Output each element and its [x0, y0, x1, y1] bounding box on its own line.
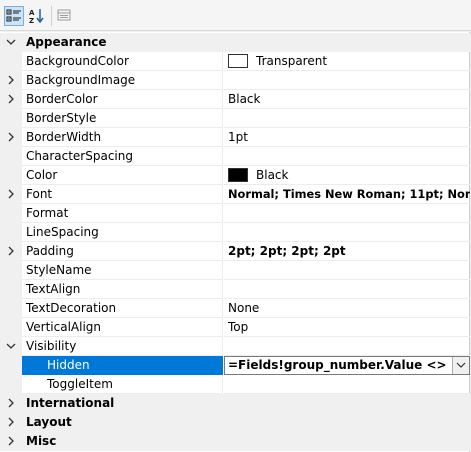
- property-row-bordercolor[interactable]: BorderColor Black: [0, 90, 470, 109]
- category-label: Misc: [26, 434, 57, 448]
- property-value[interactable]: [224, 109, 470, 128]
- property-value[interactable]: [224, 280, 470, 299]
- chevron-right-icon[interactable]: [6, 94, 16, 104]
- property-row-characterspacing[interactable]: CharacterSpacing: [0, 147, 470, 166]
- property-row-hidden[interactable]: Hidden =Fields!group_number.Value <> 1: [0, 356, 470, 375]
- property-grid-toolbar: A Z: [0, 0, 471, 31]
- property-name[interactable]: BackgroundColor: [22, 52, 223, 71]
- property-row-linespacing[interactable]: LineSpacing: [0, 223, 470, 242]
- property-row-borderwidth[interactable]: BorderWidth 1pt: [0, 128, 470, 147]
- property-value[interactable]: Black: [224, 166, 470, 185]
- property-value[interactable]: None: [224, 299, 470, 318]
- chevron-right-icon[interactable]: [6, 398, 16, 408]
- chevron-down-icon[interactable]: [6, 37, 16, 47]
- property-row-padding[interactable]: Padding 2pt; 2pt; 2pt; 2pt: [0, 242, 470, 261]
- property-row-verticalalign[interactable]: VerticalAlign Top: [0, 318, 470, 337]
- property-name[interactable]: StyleName: [22, 261, 223, 280]
- property-row-textdecoration[interactable]: TextDecoration None: [0, 299, 470, 318]
- chevron-right-icon[interactable]: [6, 246, 16, 256]
- property-row-textalign[interactable]: TextAlign: [0, 280, 470, 299]
- property-row-font[interactable]: Font Normal; Times New Roman; 11pt; Norm…: [0, 185, 470, 204]
- category-label: Layout: [26, 415, 72, 429]
- category-misc[interactable]: Misc: [0, 432, 470, 451]
- property-value[interactable]: 1pt: [224, 128, 470, 147]
- property-value[interactable]: Normal; Times New Roman; 11pt; Normal: [224, 185, 470, 204]
- property-value[interactable]: Top: [224, 318, 470, 337]
- property-name[interactable]: LineSpacing: [22, 223, 223, 242]
- color-swatch: [228, 168, 248, 182]
- categorized-view-button[interactable]: [4, 6, 24, 26]
- property-pages-button[interactable]: [55, 6, 75, 26]
- category-appearance[interactable]: Appearance: [0, 33, 470, 52]
- property-name[interactable]: BorderWidth: [22, 128, 223, 147]
- property-row-toggleitem[interactable]: ToggleItem: [0, 375, 470, 394]
- property-name[interactable]: TextAlign: [22, 280, 223, 299]
- chevron-right-icon[interactable]: [6, 436, 16, 446]
- property-row-visibility[interactable]: Visibility: [0, 337, 470, 356]
- property-pages-icon: [57, 9, 71, 21]
- property-value[interactable]: [224, 71, 470, 90]
- category-layout[interactable]: Layout: [0, 413, 470, 432]
- property-name-selected[interactable]: Hidden: [22, 356, 223, 375]
- chevron-down-icon[interactable]: [6, 341, 16, 351]
- svg-text:A: A: [29, 9, 35, 17]
- chevron-right-icon[interactable]: [6, 132, 16, 142]
- dropdown-button[interactable]: [452, 357, 469, 374]
- property-name[interactable]: BackgroundImage: [22, 71, 223, 90]
- property-grid: Appearance BackgroundColor Transparent B…: [0, 32, 470, 452]
- property-value[interactable]: [224, 261, 470, 280]
- color-swatch: [228, 54, 248, 68]
- chevron-right-icon[interactable]: [6, 75, 16, 85]
- property-value[interactable]: [224, 375, 470, 394]
- property-value[interactable]: [224, 223, 470, 242]
- property-name[interactable]: Padding: [22, 242, 223, 261]
- svg-text:Z: Z: [29, 17, 34, 25]
- property-name[interactable]: ToggleItem: [22, 375, 223, 394]
- property-name[interactable]: Font: [22, 185, 223, 204]
- property-name[interactable]: CharacterSpacing: [22, 147, 223, 166]
- property-row-backgroundcolor[interactable]: BackgroundColor Transparent: [0, 52, 470, 71]
- property-row-borderstyle[interactable]: BorderStyle: [0, 109, 470, 128]
- toolbar-separator: [51, 6, 52, 26]
- category-label: International: [26, 396, 115, 410]
- sort-az-icon: A Z: [29, 9, 44, 25]
- property-name[interactable]: Color: [22, 166, 223, 185]
- property-value[interactable]: Transparent: [224, 52, 470, 71]
- categorized-icon: [6, 9, 21, 22]
- property-row-format[interactable]: Format: [0, 204, 470, 223]
- property-name[interactable]: VerticalAlign: [22, 318, 223, 337]
- chevron-right-icon[interactable]: [6, 417, 16, 427]
- property-value[interactable]: [224, 147, 470, 166]
- category-international[interactable]: International: [0, 394, 470, 413]
- chevron-right-icon[interactable]: [6, 189, 16, 199]
- property-value[interactable]: 2pt; 2pt; 2pt; 2pt: [224, 242, 470, 261]
- property-value[interactable]: [224, 337, 470, 356]
- property-value[interactable]: [224, 204, 470, 223]
- property-row-color[interactable]: Color Black: [0, 166, 470, 185]
- chevron-down-icon: [456, 362, 466, 368]
- property-name[interactable]: TextDecoration: [22, 299, 223, 318]
- alphabetical-view-button[interactable]: A Z: [27, 6, 47, 26]
- property-name[interactable]: BorderStyle: [22, 109, 223, 128]
- category-label: Appearance: [26, 35, 107, 49]
- property-value[interactable]: Black: [224, 90, 470, 109]
- property-name[interactable]: Visibility: [22, 337, 223, 356]
- property-row-backgroundimage[interactable]: BackgroundImage: [0, 71, 470, 90]
- property-row-stylename[interactable]: StyleName: [0, 261, 470, 280]
- property-name[interactable]: BorderColor: [22, 90, 223, 109]
- property-name[interactable]: Format: [22, 204, 223, 223]
- hidden-expression-field[interactable]: =Fields!group_number.Value <> 1: [224, 356, 470, 375]
